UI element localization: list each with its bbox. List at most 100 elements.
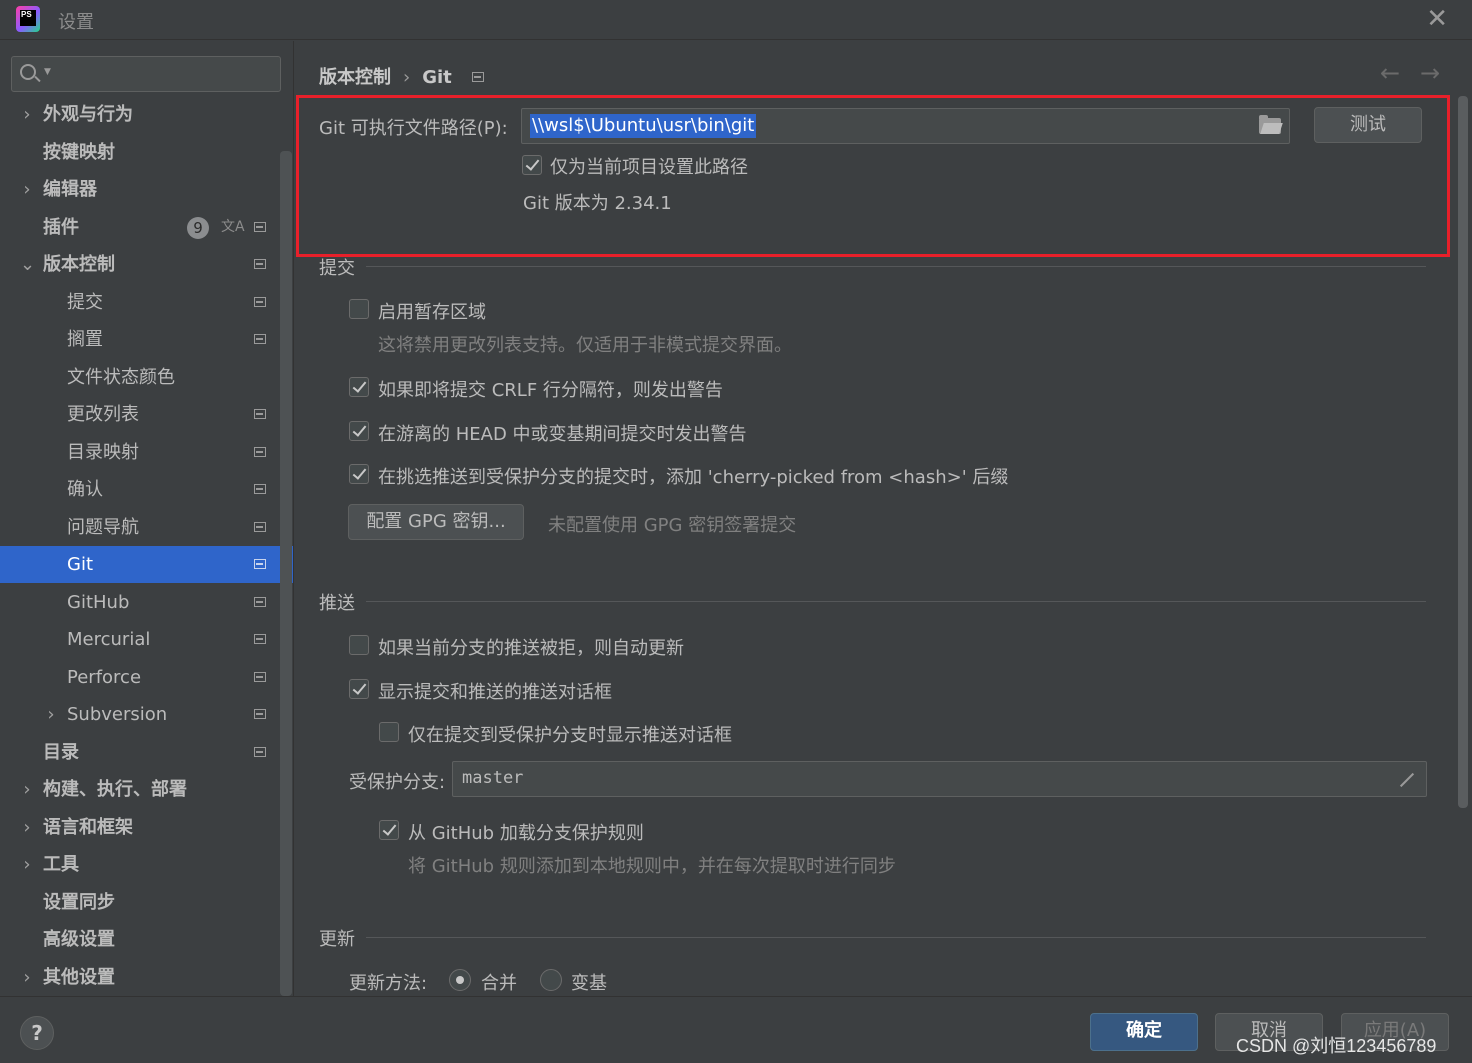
rebase-radio[interactable] (540, 969, 562, 991)
sidebar-scrollbar[interactable] (280, 151, 292, 996)
push-section-title: 推送 (319, 593, 355, 614)
sidebar-item-label: 确认 (67, 479, 103, 500)
sidebar-item[interactable]: › 工具 (0, 846, 280, 883)
update-count-badge: 9 (187, 216, 209, 239)
expand-icon[interactable] (1396, 770, 1416, 790)
sidebar-item[interactable]: 更改列表 (0, 396, 280, 433)
project-scope-icon (254, 634, 266, 644)
sidebar-item[interactable]: Git (0, 546, 293, 583)
cherry-picked-checkbox[interactable] (349, 464, 369, 484)
sidebar-item[interactable]: 问题导航 (0, 509, 280, 546)
protected-branches-value[interactable]: master (462, 768, 523, 788)
sidebar-item[interactable]: 设置同步 (0, 884, 280, 921)
sidebar-item[interactable]: 提交 (0, 284, 280, 321)
close-icon[interactable]: ✕ (1426, 6, 1448, 32)
git-exec-path-value[interactable]: \\wsl$\Ubuntu\usr\bin\git (530, 114, 757, 138)
sidebar-item-label: 编辑器 (43, 179, 97, 200)
sidebar-item-label: 工具 (43, 854, 79, 875)
project-scope-icon (254, 746, 266, 757)
chevron-right-icon[interactable]: › (20, 771, 34, 808)
ok-button[interactable]: 确定 (1090, 1013, 1198, 1051)
sidebar-item-label: 插件 (43, 216, 79, 238)
configure-gpg-button[interactable]: 配置 GPG 密钥... (348, 504, 524, 540)
project-scope-icon (254, 521, 266, 532)
git-exec-path-field[interactable]: \\wsl$\Ubuntu\usr\bin\git (521, 108, 1290, 144)
github-rules-label[interactable]: 从 GitHub 加载分支保护规则 (408, 819, 644, 845)
test-button[interactable]: 测试 (1314, 107, 1422, 143)
chevron-right-icon[interactable]: › (20, 846, 34, 883)
rebase-label[interactable]: 变基 (571, 969, 607, 995)
project-scope-icon (254, 446, 266, 457)
project-scope-icon (254, 221, 266, 232)
content-scrollbar[interactable] (1458, 96, 1468, 808)
merge-label[interactable]: 合并 (481, 969, 517, 995)
forward-arrow-icon[interactable]: → (1420, 59, 1440, 87)
sidebar-item[interactable]: 插件 9 文A (0, 209, 280, 246)
sidebar-item[interactable]: 搁置 (0, 321, 280, 358)
sidebar-item[interactable]: Mercurial (0, 621, 280, 658)
chevron-right-icon[interactable]: › (20, 959, 34, 996)
sidebar-item[interactable]: › 编辑器 (0, 171, 280, 208)
search-dropdown-icon[interactable]: ▼ (44, 67, 51, 77)
crlf-warning-label[interactable]: 如果即将提交 CRLF 行分隔符，则发出警告 (378, 376, 723, 402)
sidebar-item[interactable]: › 构建、执行、部署 (0, 771, 280, 808)
sidebar-item[interactable]: 按键映射 (0, 134, 280, 171)
chevron-right-icon[interactable]: › (20, 96, 34, 133)
staging-area-label[interactable]: 启用暂存区域 (378, 298, 486, 324)
project-only-label[interactable]: 仅为当前项目设置此路径 (550, 153, 748, 179)
chevron-down-icon[interactable]: ⌄ (20, 246, 35, 283)
staging-area-checkbox[interactable] (349, 299, 369, 319)
chevron-right-icon[interactable]: › (20, 171, 34, 208)
sidebar-item-label: 外观与行为 (43, 104, 133, 125)
auto-update-checkbox[interactable] (349, 635, 369, 655)
project-only-checkbox[interactable] (522, 155, 542, 175)
git-version-text: Git 版本为 2.34.1 (523, 193, 672, 214)
github-rules-hint: 将 GitHub 规则添加到本地规则中，并在每次提取时进行同步 (408, 856, 896, 877)
chevron-right-icon[interactable]: › (44, 696, 58, 733)
sidebar-item-label: 问题导航 (67, 516, 139, 538)
sidebar-item[interactable]: ⌄ 版本控制 (0, 246, 280, 283)
cherry-picked-label[interactable]: 在挑选推送到受保护分支的提交时，添加 'cherry-picked from <… (378, 463, 1008, 489)
project-scope-icon (254, 559, 266, 569)
detached-head-label[interactable]: 在游离的 HEAD 中或变基期间提交时发出警告 (378, 420, 747, 446)
sidebar-item-label: Perforce (67, 666, 142, 688)
sidebar-item[interactable]: › 语言和框架 (0, 809, 280, 846)
auto-update-label[interactable]: 如果当前分支的推送被拒，则自动更新 (378, 634, 684, 660)
chevron-right-icon[interactable]: › (20, 809, 34, 846)
sidebar-item-label: 搁置 (67, 329, 103, 350)
project-scope-icon (254, 484, 266, 494)
sidebar-item-label: 目录 (43, 741, 79, 763)
breadcrumb-parent[interactable]: 版本控制 (319, 67, 391, 88)
settings-search[interactable]: ▼ (11, 56, 281, 92)
show-push-dialog-label[interactable]: 显示提交和推送的推送对话框 (378, 678, 612, 704)
crlf-warning-checkbox[interactable] (349, 377, 369, 397)
sidebar-item[interactable]: 确认 (0, 471, 280, 508)
detached-head-checkbox[interactable] (349, 421, 369, 441)
sidebar-item[interactable]: › 外观与行为 (0, 96, 280, 133)
phpstorm-logo-icon: PS (16, 6, 40, 32)
show-push-dialog-checkbox[interactable] (349, 679, 369, 699)
sidebar-item[interactable]: 目录 (0, 734, 280, 771)
sidebar-item[interactable]: Perforce (0, 659, 280, 696)
sidebar-item[interactable]: GitHub (0, 584, 280, 621)
protected-only-label[interactable]: 仅在提交到受保护分支时显示推送对话框 (408, 721, 732, 747)
folder-browse-icon[interactable] (1259, 115, 1281, 134)
search-input[interactable] (56, 61, 276, 87)
sidebar-item[interactable]: 高级设置 (0, 921, 280, 958)
sidebar-item[interactable]: 目录映射 (0, 434, 280, 471)
staging-area-hint: 这将禁用更改列表支持。仅适用于非模式提交界面。 (378, 335, 792, 356)
sidebar-item-label: 构建、执行、部署 (43, 779, 187, 800)
github-rules-checkbox[interactable] (379, 820, 399, 840)
protected-branches-field[interactable]: master (452, 761, 1427, 797)
project-scope-icon (254, 709, 266, 719)
search-icon (20, 64, 36, 80)
sidebar-item-label: 语言和框架 (43, 816, 133, 838)
sidebar-item-label: 文件状态颜色 (67, 366, 175, 388)
sidebar-item[interactable]: › Subversion (0, 696, 280, 733)
sidebar-item[interactable]: › 其他设置 (0, 959, 280, 996)
help-button[interactable]: ? (20, 1016, 54, 1050)
protected-only-checkbox[interactable] (379, 722, 399, 742)
merge-radio[interactable] (449, 969, 471, 991)
back-arrow-icon[interactable]: ← (1380, 59, 1400, 87)
sidebar-item[interactable]: 文件状态颜色 (0, 359, 280, 396)
